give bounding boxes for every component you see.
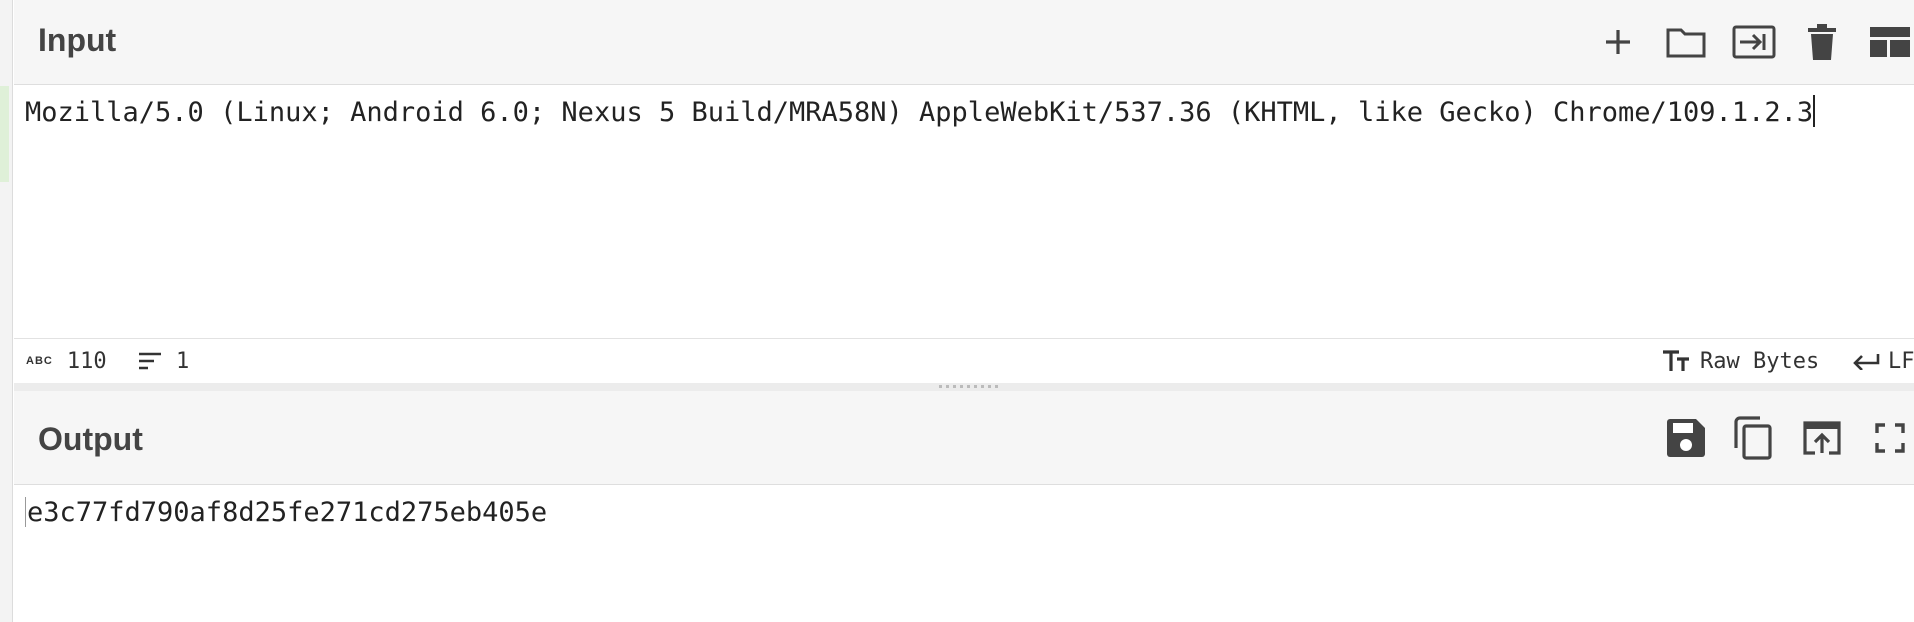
input-pane: Input Mozilla/5.0 (Linux; Android 6.0; N… bbox=[14, 0, 1914, 384]
return-icon bbox=[1853, 354, 1880, 370]
copy-output-button[interactable] bbox=[1730, 414, 1778, 462]
resize-handle[interactable] bbox=[939, 385, 1001, 388]
eol-label: LF bbox=[1888, 348, 1914, 374]
open-input-file-button[interactable] bbox=[1730, 18, 1778, 66]
input-text: Mozilla/5.0 (Linux; Android 6.0; Nexus 5… bbox=[25, 97, 1814, 128]
lines-icon bbox=[139, 352, 161, 370]
input-toolbar bbox=[1574, 0, 1914, 84]
output-editor[interactable]: e3c77fd790af8d25fe271cd275eb405e bbox=[14, 485, 1914, 622]
output-title: Output bbox=[38, 421, 143, 457]
char-count-group: ABC 110 bbox=[26, 339, 107, 383]
encoding-label: Raw Bytes bbox=[1700, 348, 1820, 374]
input-title: Input bbox=[38, 22, 117, 58]
abc-icon: ABC bbox=[26, 355, 53, 367]
replace-input-button[interactable] bbox=[1798, 414, 1846, 462]
output-header: Output bbox=[14, 391, 1914, 485]
line-count: 1 bbox=[176, 348, 190, 374]
save-icon bbox=[1667, 418, 1705, 457]
left-panel-edge bbox=[0, 0, 13, 622]
input-editor[interactable]: Mozilla/5.0 (Linux; Android 6.0; Nexus 5… bbox=[14, 85, 1914, 338]
copy-icon bbox=[1734, 415, 1772, 460]
plus-icon bbox=[1606, 30, 1630, 54]
input-caret bbox=[1813, 95, 1816, 127]
maximize-icon bbox=[1875, 422, 1905, 453]
import-icon bbox=[1732, 25, 1776, 59]
output-toolbar bbox=[1642, 391, 1914, 484]
recipe-highlight bbox=[0, 86, 9, 182]
line-count-group: 1 bbox=[138, 339, 189, 383]
output-caret bbox=[25, 497, 26, 527]
output-text: e3c77fd790af8d25fe271cd275eb405e bbox=[27, 497, 548, 528]
reset-layout-button[interactable] bbox=[1866, 18, 1914, 66]
save-output-button[interactable] bbox=[1662, 414, 1710, 462]
add-tab-button[interactable] bbox=[1594, 18, 1642, 66]
clear-input-button[interactable] bbox=[1798, 18, 1846, 66]
output-pane: Output e3c77fd790af8d25fe271cd275eb405e bbox=[14, 391, 1914, 622]
char-count: 110 bbox=[66, 348, 107, 374]
layout-icon bbox=[1870, 27, 1910, 57]
open-file-button[interactable] bbox=[1662, 18, 1710, 66]
folder-icon bbox=[1666, 28, 1706, 58]
pane-resizer[interactable] bbox=[14, 383, 1914, 391]
input-header: Input bbox=[14, 0, 1914, 85]
trash-icon bbox=[1808, 24, 1836, 60]
eol-selector[interactable]: LF bbox=[1852, 339, 1914, 383]
text-size-icon bbox=[1663, 350, 1689, 371]
input-status-bar: ABC 110 1 Raw Bytes LF bbox=[14, 338, 1914, 384]
encoding-selector[interactable]: Raw Bytes bbox=[1662, 339, 1819, 383]
replace-input-icon bbox=[1803, 420, 1841, 455]
maximize-output-button[interactable] bbox=[1866, 414, 1914, 462]
